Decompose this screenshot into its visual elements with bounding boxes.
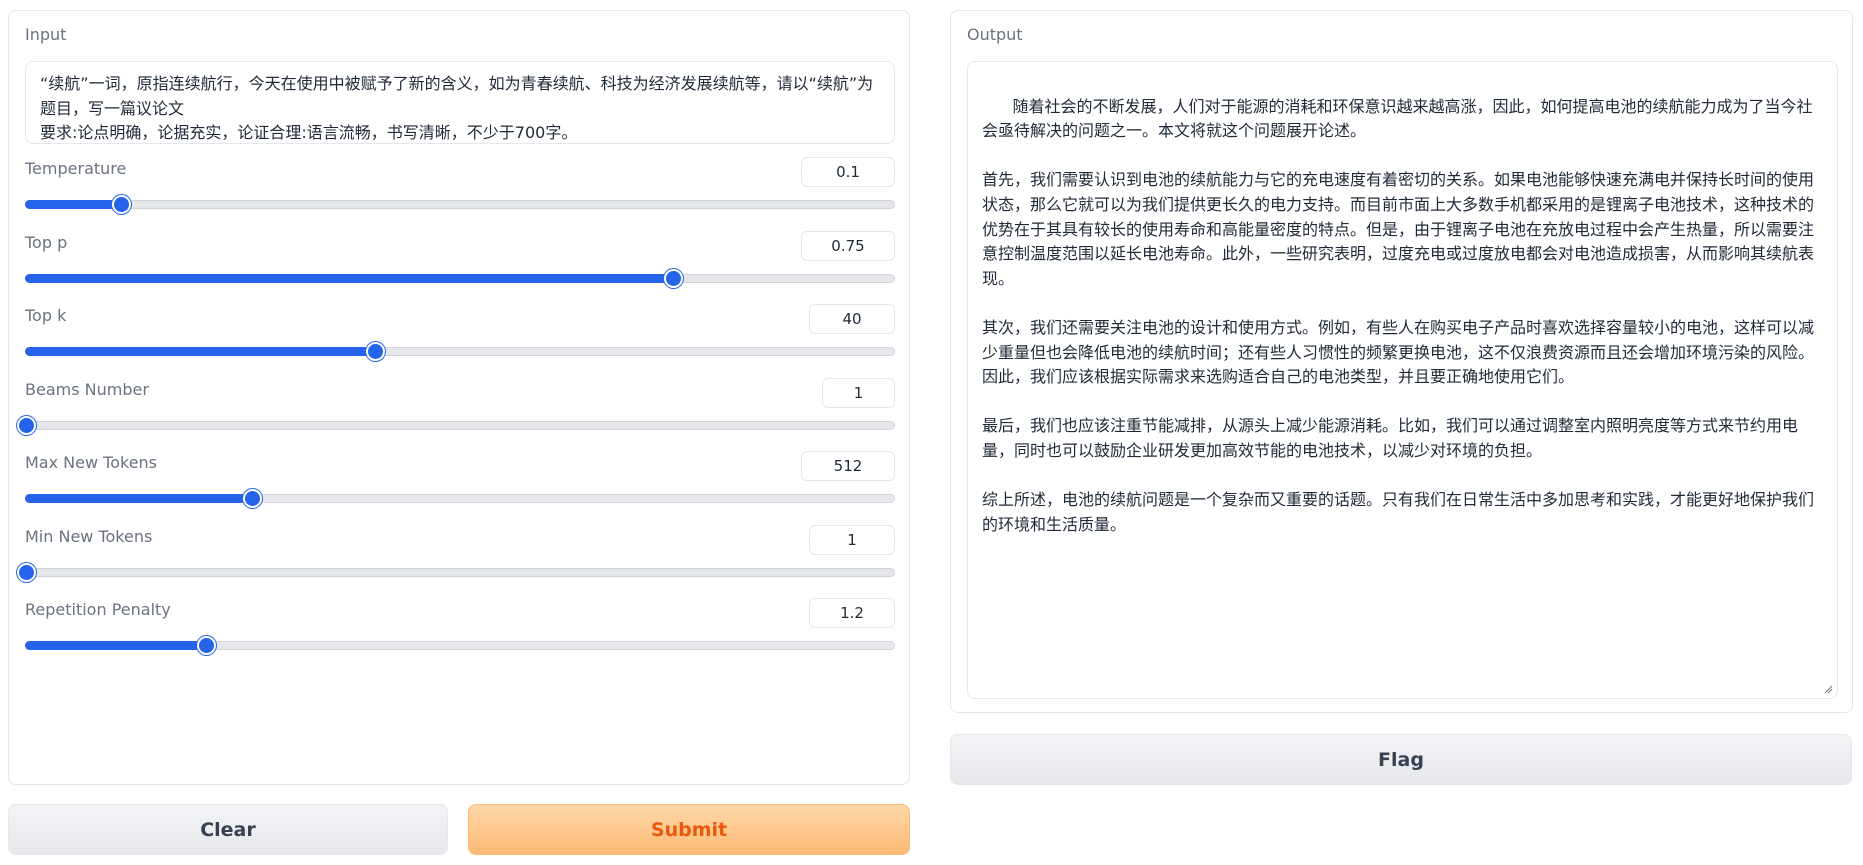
repetition-penalty-slider-fill [25, 641, 205, 650]
output-label: Output [967, 25, 1023, 44]
repetition-penalty-slider-block: Repetition Penalty 1.2 [9, 586, 909, 784]
input-panel: Input “续航”一词，原指连续航行，今天在使用中被赋予了新的含义，如为青春续… [8, 10, 910, 785]
input-section: Input “续航”一词，原指连续航行，今天在使用中被赋予了新的含义，如为青春续… [9, 11, 909, 146]
top-p-number-input[interactable]: 0.75 [801, 231, 895, 261]
resize-handle-icon[interactable] [1823, 684, 1833, 694]
max-new-tokens-slider-thumb[interactable] [242, 489, 262, 508]
temperature-slider-fill [25, 200, 120, 209]
beams-number-slider-block: Beams Number 1 [9, 366, 909, 440]
output-section: Output 随着社会的不断发展，人们对于能源的消耗和环保意识越来越高涨，因此，… [951, 11, 1852, 712]
top-p-slider-block: Top p 0.75 [9, 219, 909, 293]
repetition-penalty-slider-thumb[interactable] [196, 636, 216, 655]
repetition-penalty-number-input[interactable]: 1.2 [809, 598, 895, 628]
top-k-slider-thumb[interactable] [365, 342, 385, 361]
input-label: Input [25, 25, 67, 44]
output-panel: Output 随着社会的不断发展，人们对于能源的消耗和环保意识越来越高涨，因此，… [950, 10, 1853, 713]
min-new-tokens-slider[interactable] [17, 563, 895, 582]
output-textarea[interactable]: 随着社会的不断发展，人们对于能源的消耗和环保意识越来越高涨，因此，如何提高电池的… [967, 61, 1838, 699]
max-new-tokens-slider-block: Max New Tokens 512 [9, 439, 909, 514]
min-new-tokens-slider-thumb[interactable] [17, 563, 36, 582]
beams-number-slider[interactable] [17, 416, 895, 435]
top-p-slider-thumb[interactable] [663, 269, 683, 288]
temperature-number-input[interactable]: 0.1 [801, 157, 895, 187]
max-new-tokens-slider-fill [25, 494, 251, 503]
temperature-slider-block: Temperature 0.1 [9, 145, 909, 220]
temperature-slider[interactable] [25, 195, 895, 214]
max-new-tokens-slider[interactable] [25, 489, 895, 508]
min-new-tokens-label: Min New Tokens [25, 527, 153, 546]
top-k-number-input[interactable]: 40 [809, 304, 895, 334]
top-k-slider-fill [25, 347, 374, 356]
min-new-tokens-slider-block: Min New Tokens 1 [9, 513, 909, 587]
min-new-tokens-number-input[interactable]: 1 [809, 525, 895, 555]
max-new-tokens-number-input[interactable]: 512 [801, 451, 895, 481]
temperature-label: Temperature [25, 159, 127, 178]
top-k-label: Top k [25, 306, 67, 325]
top-p-slider-fill [25, 274, 672, 283]
max-new-tokens-label: Max New Tokens [25, 453, 158, 472]
repetition-penalty-slider[interactable] [25, 636, 895, 655]
top-p-label: Top p [25, 233, 68, 252]
input-textarea[interactable]: “续航”一词，原指连续航行，今天在使用中被赋予了新的含义，如为青春续航、科技为经… [25, 61, 895, 144]
flag-button[interactable]: Flag [950, 734, 1852, 785]
temperature-slider-thumb[interactable] [111, 195, 131, 214]
top-k-slider-block: Top k 40 [9, 292, 909, 367]
output-text: 随着社会的不断发展，人们对于能源的消耗和环保意识越来越高涨，因此，如何提高电池的… [982, 96, 1815, 534]
submit-button[interactable]: Submit [468, 804, 910, 855]
beams-number-input[interactable]: 1 [822, 378, 895, 408]
repetition-penalty-label: Repetition Penalty [25, 600, 171, 619]
beams-number-label: Beams Number [25, 380, 149, 399]
beams-number-slider-thumb[interactable] [17, 416, 36, 435]
clear-button[interactable]: Clear [8, 804, 448, 855]
top-k-slider[interactable] [25, 342, 895, 361]
top-p-slider[interactable] [25, 269, 895, 288]
